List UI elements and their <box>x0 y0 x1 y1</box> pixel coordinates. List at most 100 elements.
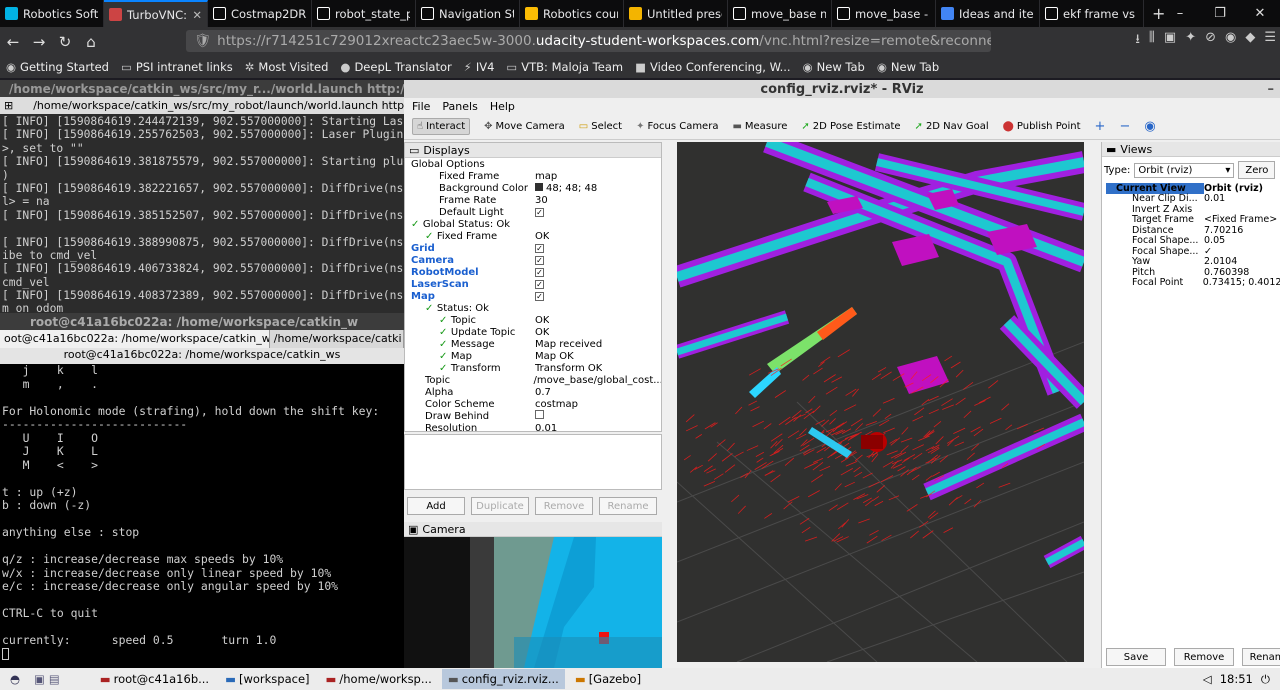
terminal1-tab[interactable]: ⊞ /home/workspace/catkin_ws/src/my_robot/… <box>0 97 404 114</box>
taskbar-item[interactable]: ▬ config_rviz.rviz... <box>441 669 565 689</box>
home-icon[interactable]: ⌂ <box>78 33 104 51</box>
browser-tab[interactable]: Robotics cours <box>520 0 624 27</box>
restore-icon[interactable]: ❐ <box>1200 0 1240 27</box>
view-tree-row[interactable]: Distance 7.70216 <box>1106 225 1280 236</box>
display-tree-row[interactable]: ✓ Map Map OK <box>405 350 661 362</box>
library-icon[interactable]: ⫼ <box>1149 30 1155 52</box>
display-tree-row[interactable]: Draw Behind <box>405 410 661 422</box>
tool-publish-point[interactable]: ⬤ Publish Point <box>1003 121 1081 132</box>
view-tree-row[interactable]: Focal Shape... 0.05 <box>1106 235 1280 246</box>
menu-icon[interactable]: ☰ <box>1264 30 1276 52</box>
extension2-icon[interactable]: ◆ <box>1245 30 1255 52</box>
taskbar-item[interactable]: ▬ [workspace] <box>219 669 315 689</box>
view-tree-row[interactable]: Focal Shape... ✓ <box>1106 246 1280 257</box>
browser-tab[interactable]: move_base no <box>728 0 832 27</box>
display-tree-row[interactable]: ✓ Update Topic OK <box>405 326 661 338</box>
display-tree-row[interactable]: Default Light ✓ <box>405 206 661 218</box>
display-tree-row[interactable]: ✓ Global Status: Ok <box>405 218 661 230</box>
tool-focus-camera[interactable]: ✦ Focus Camera <box>636 121 718 132</box>
bookmark-item[interactable]: ◉ New Tab <box>803 60 865 74</box>
3d-viewport[interactable] <box>677 142 1084 662</box>
display-tree-row[interactable]: Frame Rate 30 <box>405 194 661 206</box>
display-tree-row[interactable]: Grid ✓ <box>405 242 661 254</box>
display-tree-row[interactable]: ✓ Status: Ok <box>405 302 661 314</box>
display-tree-row[interactable]: Camera ✓ <box>405 254 661 266</box>
close-icon[interactable]: ✕ <box>192 8 202 22</box>
view-tree-row[interactable]: Target Frame <Fixed Frame> <box>1106 214 1280 225</box>
save-button[interactable]: Save <box>1106 648 1166 666</box>
block-icon[interactable]: ⊘ <box>1205 30 1216 52</box>
view-tree-row[interactable]: Pitch 0.760398 <box>1106 267 1280 278</box>
type-select[interactable]: Orbit (rviz) ▾ <box>1134 162 1235 178</box>
reload-icon[interactable]: ↻ <box>52 33 78 51</box>
browser-tab[interactable]: Navigation Sta <box>416 0 520 27</box>
menu-item[interactable]: Help <box>490 100 515 113</box>
views-rename-button[interactable]: Renam <box>1242 648 1280 666</box>
duplicate-button[interactable]: Duplicate <box>471 497 529 515</box>
checkbox[interactable]: ✓ <box>535 207 544 217</box>
display-tree-row[interactable]: Resolution 0.01 <box>405 422 661 432</box>
bookmark-item[interactable]: ▭ VTB: Maloja Team <box>506 60 623 74</box>
rename-button[interactable]: Rename <box>599 497 657 515</box>
display-tree-row[interactable]: Global Options <box>405 158 661 170</box>
browser-tab[interactable]: Robotics Softw <box>0 0 104 27</box>
browser-tab[interactable]: Untitled prese <box>624 0 728 27</box>
minimize-icon[interactable]: – <box>1160 0 1200 27</box>
bookmark-item[interactable]: ● DeepL Translator <box>340 60 451 74</box>
tool-interact[interactable]: ☝ Interact <box>412 118 471 135</box>
bookmark-item[interactable]: ■ Video Conferencing, W... <box>635 60 791 74</box>
checkbox[interactable] <box>535 410 544 419</box>
display-tree-row[interactable]: Background Color 48; 48; 48 <box>405 182 661 194</box>
plus-icon[interactable]: + <box>1095 119 1106 134</box>
desktop-icon[interactable]: ▣ <box>34 672 45 686</box>
checkbox[interactable]: ✓ <box>535 267 544 277</box>
bookmark-item[interactable]: ✲ Most Visited <box>245 60 329 74</box>
remove-button[interactable]: Remove <box>535 497 593 515</box>
view-tree-row[interactable]: Invert Z Axis <box>1106 204 1280 215</box>
terminal2-tab-1[interactable]: oot@c41a16bc022a: /home/workspace/catkin… <box>0 330 270 348</box>
display-tree-row[interactable]: RobotModel ✓ <box>405 266 661 278</box>
tool-measure[interactable]: ▬ Measure <box>732 121 787 132</box>
checkbox[interactable]: ✓ <box>535 255 544 265</box>
taskbar-item[interactable]: ▬ root@c41a16b... <box>94 669 215 689</box>
power-icon[interactable]: ⏻ <box>1261 672 1270 687</box>
volume-icon[interactable]: ◁ <box>1203 672 1212 687</box>
display-tree-row[interactable]: Map ✓ <box>405 290 661 302</box>
terminal2-tab-2[interactable]: /home/workspace/catki <box>270 330 404 348</box>
view-tree-row[interactable]: Near Clip Di... 0.01 <box>1106 193 1280 204</box>
display-tree-row[interactable]: ✓ Message Map received <box>405 338 661 350</box>
terminal-launch-icon[interactable]: ▤ <box>49 672 60 686</box>
close-icon[interactable]: ✕ <box>1240 0 1280 27</box>
menu-item[interactable]: Panels <box>442 100 477 113</box>
display-tree-row[interactable]: Fixed Frame map <box>405 170 661 182</box>
browser-tab[interactable]: Costmap2DRO <box>208 0 312 27</box>
zero-button[interactable]: Zero <box>1238 161 1276 179</box>
bookmark-item[interactable]: ⚡ IV4 <box>464 60 495 74</box>
browser-tab[interactable]: robot_state_pu <box>312 0 416 27</box>
add-button[interactable]: Add <box>407 497 465 515</box>
tool-select[interactable]: ▭ Select <box>579 121 622 132</box>
bookmark-item[interactable]: ◉ Getting Started <box>6 60 109 74</box>
sidebar-icon[interactable]: ▣ <box>1164 30 1176 52</box>
checkbox[interactable]: ✓ <box>535 279 544 289</box>
view-tree-row[interactable]: Focal Point 0.73415; 0.4012 <box>1106 277 1280 288</box>
download-icon[interactable]: ⭳ <box>1135 30 1140 52</box>
display-tree-row[interactable]: LaserScan ✓ <box>405 278 661 290</box>
minimize-icon[interactable]: – <box>1268 82 1275 97</box>
taskbar-item[interactable]: ▬/home/worksp... <box>320 669 438 689</box>
forward-icon[interactable]: → <box>26 33 52 51</box>
extension-icon[interactable]: ✦ <box>1185 30 1196 52</box>
display-tree-row[interactable]: Color Scheme costmap <box>405 398 661 410</box>
url-input[interactable]: 🛡 https://r714251c729012xreactc23aec5w-3… <box>186 30 991 52</box>
vpn-icon[interactable]: ◉ <box>1225 30 1236 52</box>
display-tree-row[interactable]: ✓ Topic OK <box>405 314 661 326</box>
display-tree-row[interactable]: ✓ Transform Transform OK <box>405 362 661 374</box>
browser-tab[interactable]: move_base - R <box>832 0 936 27</box>
bookmark-item[interactable]: ◉ New Tab <box>877 60 939 74</box>
eye-icon[interactable]: ◉ <box>1144 119 1155 134</box>
back-icon[interactable]: ← <box>0 33 26 51</box>
taskbar-item[interactable]: ▬ [Gazebo] <box>569 669 647 689</box>
view-tree-row[interactable]: Yaw 2.0104 <box>1106 256 1280 267</box>
views-remove-button[interactable]: Remove <box>1174 648 1234 666</box>
menu-item[interactable]: File <box>412 100 430 113</box>
